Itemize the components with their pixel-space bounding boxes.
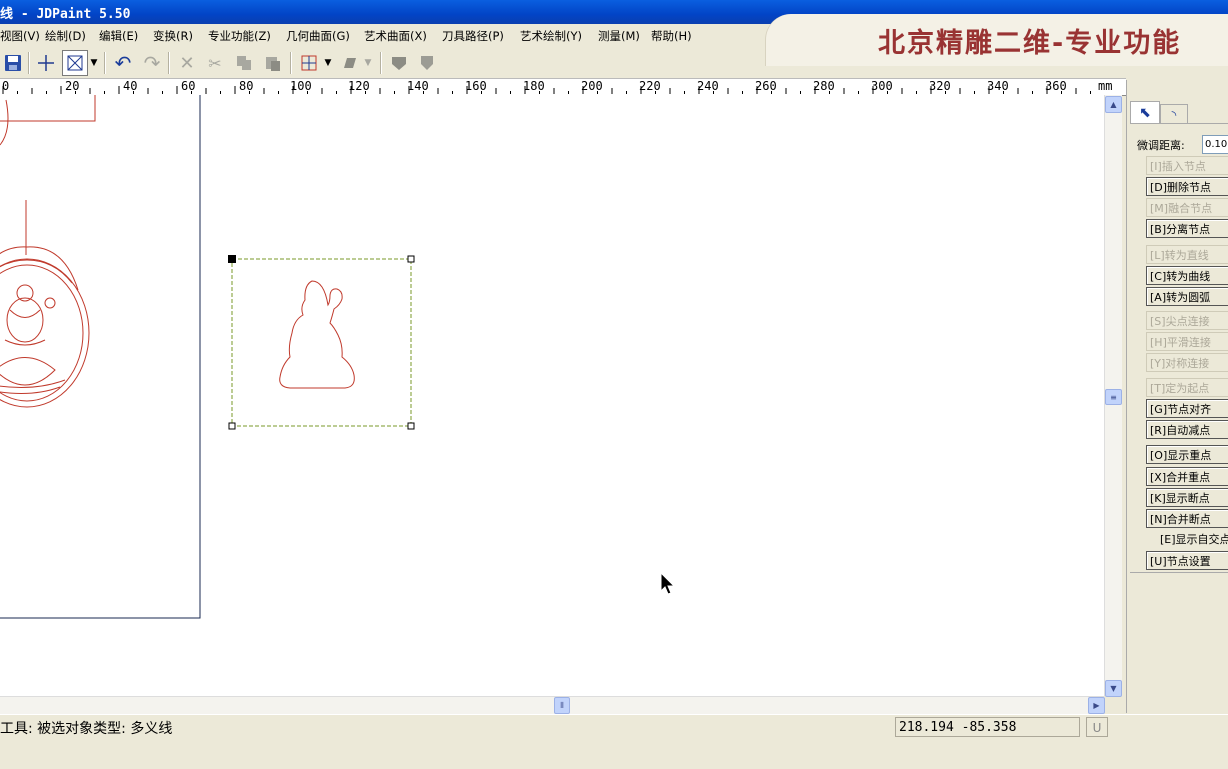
dropdown-arrow-icon[interactable]: ▼: [88, 50, 100, 76]
align-nodes-button[interactable]: [G]节点对齐: [1146, 399, 1228, 418]
shield-icon[interactable]: [414, 50, 440, 76]
page-frame: [0, 95, 201, 619]
ruler-label: 80: [239, 79, 254, 93]
to-curve-button[interactable]: [C]转为曲线: [1146, 266, 1228, 285]
menu-toolpath[interactable]: 刀具路径(P): [442, 28, 504, 44]
fill-shape-icon[interactable]: [337, 50, 363, 76]
merge-breaks-button[interactable]: [N]合并断点: [1146, 509, 1228, 528]
ruler-unit: mm: [1098, 79, 1113, 93]
ruler-label: 220: [639, 79, 661, 93]
sharp-join-button[interactable]: [S]尖点连接: [1146, 311, 1228, 330]
menu-professional[interactable]: 专业功能(Z): [208, 28, 271, 44]
ruler-label: 20: [65, 79, 80, 93]
insert-node-button[interactable]: [I]插入节点: [1146, 156, 1228, 175]
menu-edit[interactable]: 编辑(E): [99, 28, 138, 44]
smooth-join-button[interactable]: [H]平滑连接: [1146, 332, 1228, 351]
menu-transform[interactable]: 变换(R): [153, 28, 193, 44]
redo-icon[interactable]: ↷: [139, 50, 165, 76]
ruler-label: 340: [987, 79, 1009, 93]
ruler-label: 100: [290, 79, 312, 93]
ruler-label: 280: [813, 79, 835, 93]
tab-curve-icon[interactable]: ◝: [1160, 104, 1188, 124]
merge-duplicates-button[interactable]: [X]合并重点: [1146, 467, 1228, 486]
delete-icon[interactable]: ✕: [174, 50, 200, 76]
menu-help[interactable]: 帮助(H): [651, 28, 692, 44]
dropdown-arrow-icon-2[interactable]: ▼: [322, 50, 334, 76]
split-node-button[interactable]: [B]分离节点: [1146, 219, 1228, 238]
save-icon[interactable]: [0, 50, 26, 76]
undo-icon[interactable]: ↶: [110, 50, 136, 76]
menu-view[interactable]: 视图(V): [0, 28, 40, 44]
menu-art-drawing[interactable]: 艺术绘制(Y): [520, 28, 582, 44]
horizontal-scrollbar[interactable]: [0, 696, 1104, 714]
delete-node-button[interactable]: [D]删除节点: [1146, 177, 1228, 196]
banner-title: 北京精雕二维-专业功能: [878, 28, 1182, 59]
ruler-label: 240: [697, 79, 719, 93]
ruler-label: 0: [2, 79, 10, 93]
ruler-label: 360: [1045, 79, 1067, 93]
vertical-scroll-thumb[interactable]: ≡: [1105, 389, 1122, 405]
unit-button[interactable]: U: [1086, 717, 1108, 737]
menu-draw[interactable]: 绘制(D): [45, 28, 86, 44]
ruler-label: 180: [523, 79, 545, 93]
paste-icon[interactable]: [260, 50, 286, 76]
reference-arc: [0, 99, 9, 146]
ruler-label: 140: [407, 79, 429, 93]
scroll-down-icon[interactable]: ▼: [1105, 680, 1122, 697]
select-box-icon[interactable]: [62, 50, 88, 76]
dropdown-arrow-icon-3[interactable]: ▼: [362, 50, 374, 76]
ruler-label: 60: [181, 79, 196, 93]
ruler-label: 260: [755, 79, 777, 93]
mouse-cursor: [660, 571, 676, 595]
set-start-button[interactable]: [T]定为起点: [1146, 378, 1228, 397]
to-arc-button[interactable]: [A]转为圆弧: [1146, 287, 1228, 306]
fine-tune-label: 微调距离:: [1137, 139, 1185, 152]
buddha-silhouette[interactable]: [279, 280, 355, 389]
horizontal-scroll-thumb[interactable]: ⦀: [554, 697, 570, 714]
selection-frame[interactable]: [228, 255, 415, 430]
scroll-up-icon[interactable]: ▲: [1105, 96, 1122, 113]
horizontal-ruler: [0, 78, 1126, 96]
ruler-label: 40: [123, 79, 138, 93]
fine-tune-input[interactable]: [1202, 135, 1228, 154]
show-breaks-button[interactable]: [K]显示断点: [1146, 488, 1228, 507]
show-duplicates-button[interactable]: [O]显示重点: [1146, 445, 1228, 464]
window-title: 线 - JDPaint 5.50: [0, 7, 131, 22]
to-line-button[interactable]: [L]转为直线: [1146, 245, 1228, 264]
scroll-right-icon[interactable]: ▶: [1088, 697, 1105, 714]
menu-art-surface[interactable]: 艺术曲面(X): [364, 28, 427, 44]
copy-icon[interactable]: [231, 50, 257, 76]
menu-measure[interactable]: 测量(M): [598, 28, 640, 44]
grid-snap-icon[interactable]: [296, 50, 322, 76]
symmetric-join-button[interactable]: [Y]对称连接: [1146, 353, 1228, 372]
node-settings-button[interactable]: [U]节点设置: [1146, 551, 1228, 570]
ruler-label: 320: [929, 79, 951, 93]
status-message: 工具: 被选对象类型: 多义线: [0, 721, 173, 737]
reference-rect: [0, 95, 96, 122]
ruler-label: 200: [581, 79, 603, 93]
menu-geometric-surface[interactable]: 几何曲面(G): [286, 28, 350, 44]
drawing-canvas[interactable]: [0, 95, 1104, 696]
show-self-intersections-button[interactable]: [E]显示自交点: [1157, 530, 1228, 549]
tab-node-edit-icon[interactable]: ⬉: [1130, 101, 1160, 124]
node-edit-icon[interactable]: [386, 50, 412, 76]
cut-icon[interactable]: ✂: [202, 50, 228, 76]
cursor-coordinates: 218.194 -85.358: [895, 717, 1080, 737]
crosshair-icon[interactable]: [33, 50, 59, 76]
auto-reduce-button[interactable]: [R]自动减点: [1146, 420, 1228, 439]
ruler-label: 120: [348, 79, 370, 93]
ruler-label: 300: [871, 79, 893, 93]
merge-node-button[interactable]: [M]融合节点: [1146, 198, 1228, 217]
ruler-label: 160: [465, 79, 487, 93]
buddha-medallion: [0, 246, 90, 408]
